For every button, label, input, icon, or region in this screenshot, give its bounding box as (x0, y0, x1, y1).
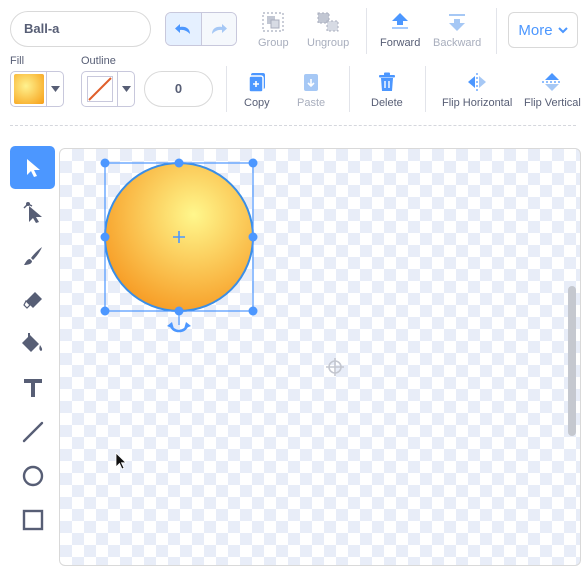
outline-color-picker[interactable] (81, 71, 135, 107)
fill-icon (21, 332, 42, 352)
fill-tool[interactable] (10, 322, 55, 365)
group-button[interactable]: Group (258, 11, 289, 49)
line-icon (22, 421, 43, 442)
trash-icon (378, 72, 395, 91)
fill-dropdown[interactable] (47, 72, 63, 106)
caret-down-icon (50, 86, 60, 92)
ungroup-button[interactable]: Ungroup (307, 11, 349, 49)
ungroup-label: Ungroup (307, 37, 350, 49)
paste-icon (304, 74, 319, 91)
delete-label: Delete (371, 97, 403, 109)
paste-button[interactable]: Paste (297, 71, 325, 109)
canvas-content (100, 158, 344, 470)
reshape-tool[interactable] (10, 190, 55, 233)
fill-label: Fill (10, 55, 25, 67)
separator (425, 66, 426, 112)
rectangle-tool[interactable] (10, 498, 55, 541)
group-icon (262, 12, 284, 32)
separator (366, 8, 367, 54)
outline-width-input[interactable]: 0 (144, 71, 213, 107)
backward-button[interactable]: Backward (433, 11, 481, 49)
eraser-tool[interactable] (10, 278, 55, 321)
group-label: Group (258, 37, 289, 49)
separator (496, 8, 497, 54)
costume-center-icon (326, 358, 344, 376)
eraser-icon (22, 291, 42, 309)
circle-icon (22, 465, 43, 486)
forward-icon (392, 13, 409, 29)
more-label: More (518, 21, 553, 39)
redo-button[interactable] (201, 13, 236, 45)
drawing-canvas[interactable] (59, 148, 581, 566)
more-button[interactable]: More (508, 12, 578, 48)
brush-tool[interactable] (10, 234, 55, 277)
flip-horizontal-label: Flip Horizontal (442, 97, 513, 109)
line-tool[interactable] (10, 410, 55, 453)
select-tool[interactable] (10, 146, 55, 189)
backward-label: Backward (433, 37, 482, 49)
text-icon (23, 378, 42, 397)
outline-label: Outline (81, 55, 116, 67)
delete-button[interactable]: Delete (371, 71, 403, 109)
undo-icon (175, 24, 191, 34)
outline-swatch (82, 72, 118, 106)
mouse-cursor-icon (115, 452, 127, 470)
redo-icon (211, 24, 227, 34)
backward-icon (449, 14, 466, 31)
chevron-down-icon (557, 26, 568, 33)
circle-tool[interactable] (10, 454, 55, 497)
paste-label: Paste (297, 97, 326, 109)
vertical-scrollbar[interactable] (568, 286, 576, 436)
reshape-icon (22, 201, 42, 223)
caret-down-icon (121, 86, 131, 92)
select-icon (26, 158, 40, 177)
forward-button[interactable]: Forward (380, 11, 420, 49)
undo-redo-group (165, 12, 237, 46)
copy-button[interactable]: Copy (244, 71, 270, 109)
flip-horizontal-icon (468, 73, 487, 91)
flip-vertical-label: Flip Vertical (524, 97, 581, 109)
outline-dropdown[interactable] (118, 72, 134, 106)
separator (226, 66, 227, 112)
separator (349, 66, 350, 112)
rectangle-icon (22, 509, 43, 530)
copy-label: Copy (244, 97, 270, 109)
flip-vertical-button[interactable]: Flip Vertical (524, 71, 581, 109)
no-outline-icon (86, 76, 113, 102)
fill-swatch (11, 72, 47, 106)
flip-vertical-icon (542, 73, 563, 91)
ungroup-icon (317, 12, 339, 32)
fill-color-picker[interactable] (10, 71, 64, 107)
text-tool[interactable] (10, 366, 55, 409)
costume-name-input[interactable]: Ball-a (10, 11, 151, 47)
forward-label: Forward (380, 37, 421, 49)
toolbar-divider (10, 125, 576, 126)
copy-icon (248, 73, 265, 93)
undo-button[interactable] (166, 13, 202, 45)
brush-icon (23, 246, 42, 265)
flip-horizontal-button[interactable]: Flip Horizontal (442, 71, 512, 109)
